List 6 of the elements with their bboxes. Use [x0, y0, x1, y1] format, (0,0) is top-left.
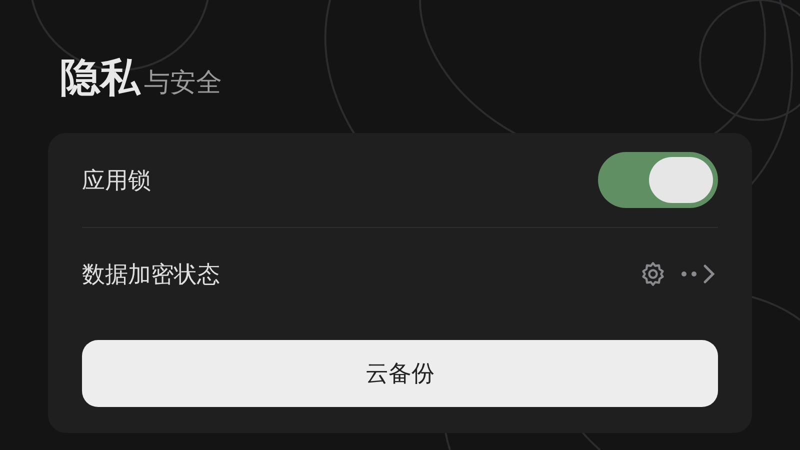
cloud-backup-button[interactable]: 云备份 [82, 340, 718, 407]
setting-label: 应用锁 [82, 166, 151, 196]
page-subtitle: 与安全 [144, 67, 222, 100]
setting-label: 数据加密状态 [82, 260, 220, 290]
settings-icon[interactable] [640, 261, 666, 288]
page-title: 隐私 [60, 54, 140, 103]
